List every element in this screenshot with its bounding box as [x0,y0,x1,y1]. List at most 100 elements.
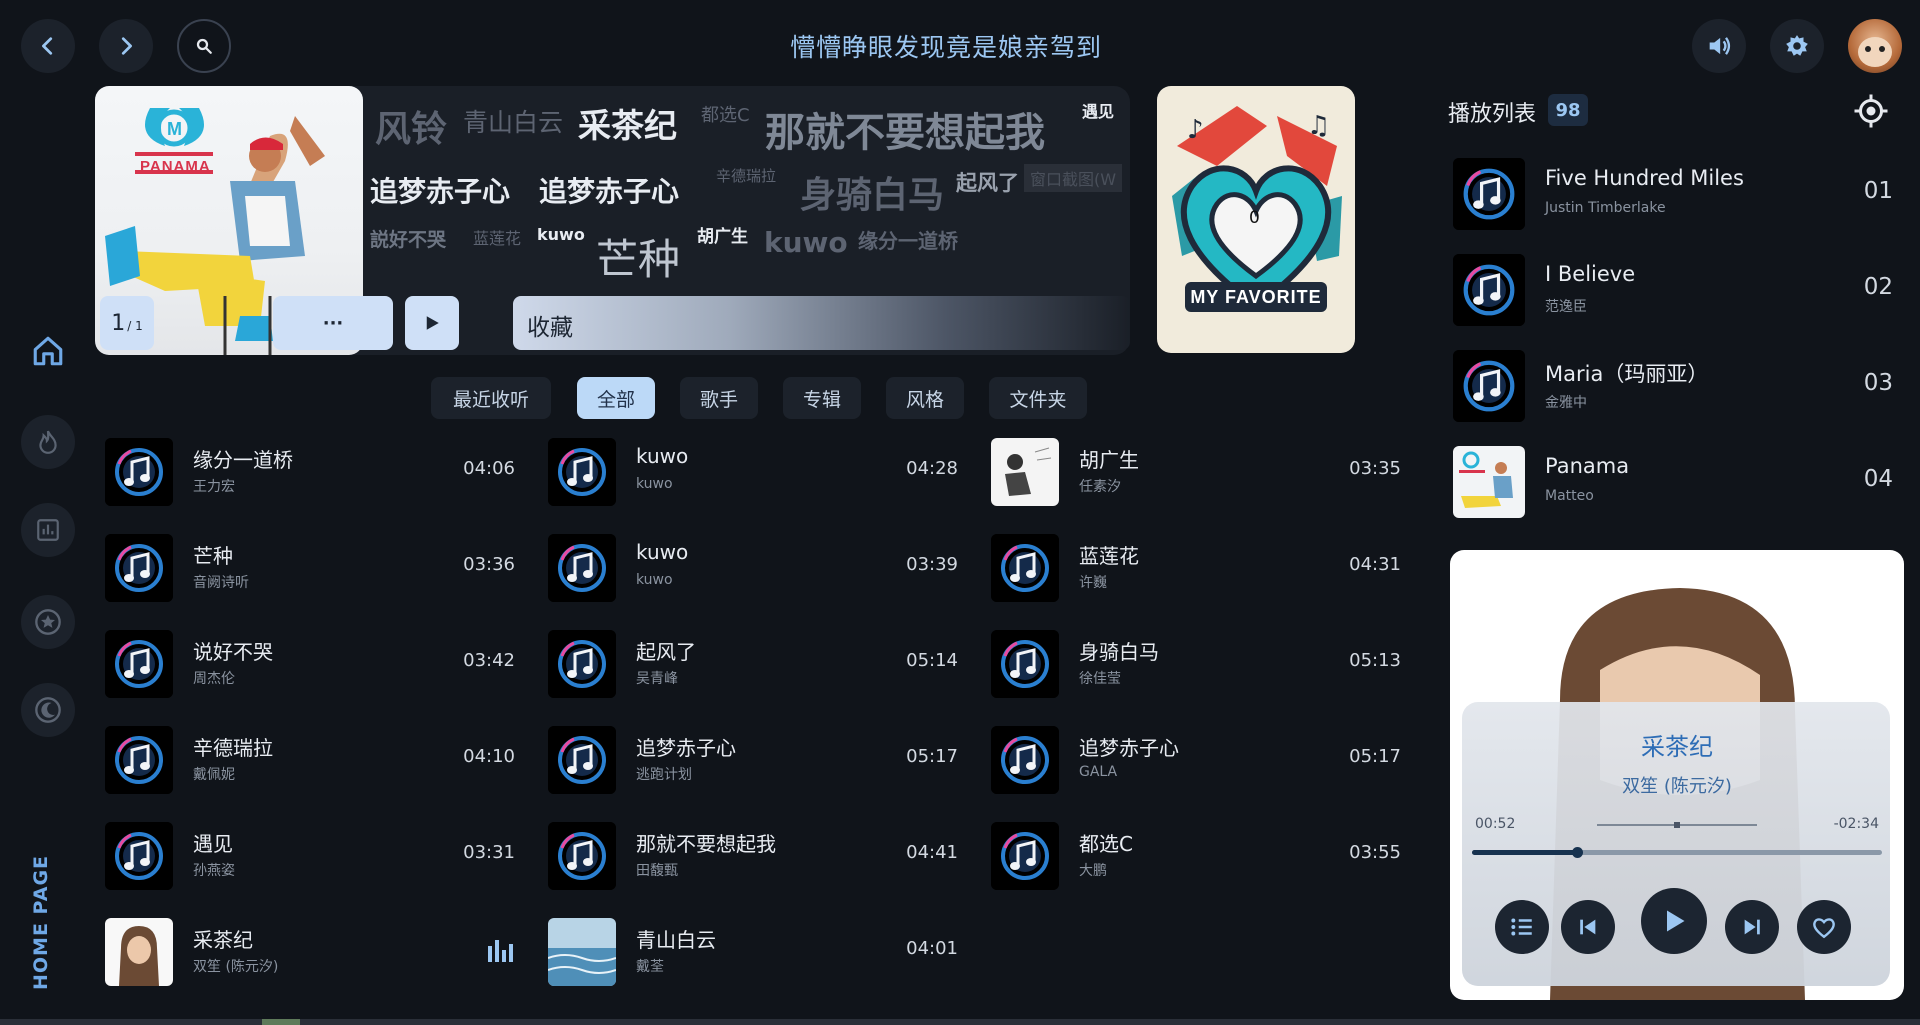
song-artist: 吴青峰 [636,671,678,687]
tab-folders[interactable]: 文件夹 [989,377,1087,419]
song-row[interactable]: 青山白云 戴荃 04:01 [538,910,958,990]
next-button[interactable] [1725,900,1779,954]
song-row[interactable]: 遇见 孙燕姿 03:31 [95,814,515,894]
gear-icon [1786,35,1808,56]
cloud-word[interactable]: 身骑白马 [800,166,944,218]
song-row[interactable]: 那就不要想起我 田馥甄 04:41 [538,814,958,894]
music-note-icon [548,438,616,506]
sidebar-item-hot[interactable] [21,415,75,469]
cloud-word[interactable]: 风铃 [375,100,447,152]
cloud-word[interactable]: 追梦赤子心 [539,170,679,210]
cloud-word[interactable]: 追梦赤子心 [370,170,510,210]
song-row[interactable]: 芒种 音阙诗听 03:36 [95,526,515,606]
moon-icon [35,697,61,723]
player-title: 采茶纪 [1641,733,1713,761]
music-note-icon [1453,158,1525,230]
song-row[interactable]: 胡广生 任素汐 03:35 [981,430,1401,510]
song-row[interactable]: 采茶纪 双笙 (陈元汐) [95,910,515,990]
music-note-icon [105,534,173,602]
tab-artists[interactable]: 歌手 [680,377,758,419]
progress-knob[interactable] [1571,847,1583,858]
forward-button[interactable] [99,19,153,73]
progress-track[interactable] [1472,847,1882,858]
song-cover [548,438,616,506]
song-row[interactable]: kuwo kuwo 04:28 [538,430,958,510]
song-title: 胡广生 [1079,448,1139,472]
song-row[interactable]: 追梦赤子心 逃跑计划 05:17 [538,718,958,798]
song-duration: 04:10 [463,746,515,767]
cloud-word[interactable]: 芒种 [596,226,680,287]
playlist-button[interactable] [1495,900,1549,954]
playlist-item[interactable]: Panama Matteo 04 [1453,442,1893,522]
song-row[interactable]: 追梦赤子心 GALA 05:17 [981,718,1401,798]
mini-player: 采茶纪 双笙 (陈元汐) 00:52 -02:34 [1450,550,1904,1000]
cloud-word[interactable]: kuwo [537,225,585,244]
cloud-word[interactable]: 蓝莲花 [473,225,521,249]
tab-genres[interactable]: 风格 [886,377,964,419]
song-duration: 03:39 [906,554,958,575]
playlist-song-artist: Matteo [1545,488,1594,504]
song-row[interactable]: 说好不哭 周杰伦 03:42 [95,622,515,702]
favorite-card[interactable]: ♪ ♫ 0 MY FAVORITE [1157,86,1355,353]
back-button[interactable] [21,19,75,73]
tab-all[interactable]: 全部 [577,377,655,419]
collect-bar[interactable]: 收藏 [513,296,1130,350]
song-row[interactable]: 身骑白马 徐佳莹 05:13 [981,622,1401,702]
song-duration: 03:36 [463,554,515,575]
song-cover [991,438,1059,506]
favorite-label: MY FAVORITE [1190,287,1322,307]
cloud-word[interactable]: 辛德瑞拉 [716,165,776,186]
playlist-index: 01 [1863,178,1893,204]
play-all-button[interactable] [405,296,459,350]
song-cover [991,822,1059,890]
song-title: 缘分一道桥 [193,448,293,472]
song-cover [548,534,616,602]
song-duration: 03:55 [1349,842,1401,863]
like-button[interactable] [1797,900,1851,954]
cloud-word[interactable]: 那就不要想起我 [765,100,1045,158]
chart-icon [37,519,59,541]
play-button[interactable] [1641,888,1707,954]
song-duration: 04:01 [906,938,958,959]
song-duration: 03:31 [463,842,515,863]
playlist-item[interactable]: Maria（玛丽亚） 金雅中 03 [1453,346,1893,426]
song-artist: 徐佳莹 [1079,671,1121,687]
sidebar-item-theme[interactable] [21,683,75,737]
search-button[interactable] [177,19,231,73]
cloud-word[interactable]: 采茶纪 [578,99,677,147]
cloud-word[interactable]: 説好不哭 [370,225,446,252]
song-row[interactable]: 辛德瑞拉 戴佩妮 04:10 [95,718,515,798]
sidebar-item-home[interactable] [21,324,75,378]
cloud-word[interactable]: 胡广生 [697,222,748,247]
search-icon [196,38,212,54]
song-title: 追梦赤子心 [1079,736,1179,760]
tab-recent[interactable]: 最近收听 [431,377,551,419]
previous-button[interactable] [1561,900,1615,954]
taskbar-strip [0,1019,1920,1025]
tab-albums[interactable]: 专辑 [783,377,861,419]
settings-button[interactable] [1770,19,1824,73]
song-row[interactable]: 都选C 大鹏 03:55 [981,814,1401,894]
song-row[interactable]: kuwo kuwo 03:39 [538,526,958,606]
cloud-word[interactable]: kuwo [764,226,848,259]
cloud-word[interactable]: 青山白云 [463,103,563,139]
volume-button[interactable] [1692,19,1746,73]
song-title: 青山白云 [636,928,716,952]
cloud-word[interactable]: 起风了 [956,167,1019,197]
playlist-song-artist: Justin Timberlake [1545,200,1666,216]
more-button[interactable]: ··· [273,296,393,350]
sidebar-item-favorites[interactable] [21,595,75,649]
cloud-word[interactable]: 遇见 [1082,98,1114,122]
playlist-item[interactable]: Five Hundred Miles Justin Timberlake 01 [1453,154,1893,234]
cloud-word[interactable]: 缘分一道桥 [858,225,958,254]
playlist-item[interactable]: I Believe 范逸臣 02 [1453,250,1893,330]
sidebar-item-charts[interactable] [21,503,75,557]
song-row[interactable]: 缘分一道桥 王力宏 04:06 [95,430,515,510]
locate-button[interactable] [1853,93,1889,129]
volume-knob[interactable] [1674,822,1680,828]
avatar[interactable] [1848,19,1902,73]
cloud-word[interactable]: 都选C [701,101,750,127]
music-note-icon [1453,254,1525,326]
song-row[interactable]: 蓝莲花 许巍 04:31 [981,526,1401,606]
song-row[interactable]: 起风了 吴青峰 05:14 [538,622,958,702]
